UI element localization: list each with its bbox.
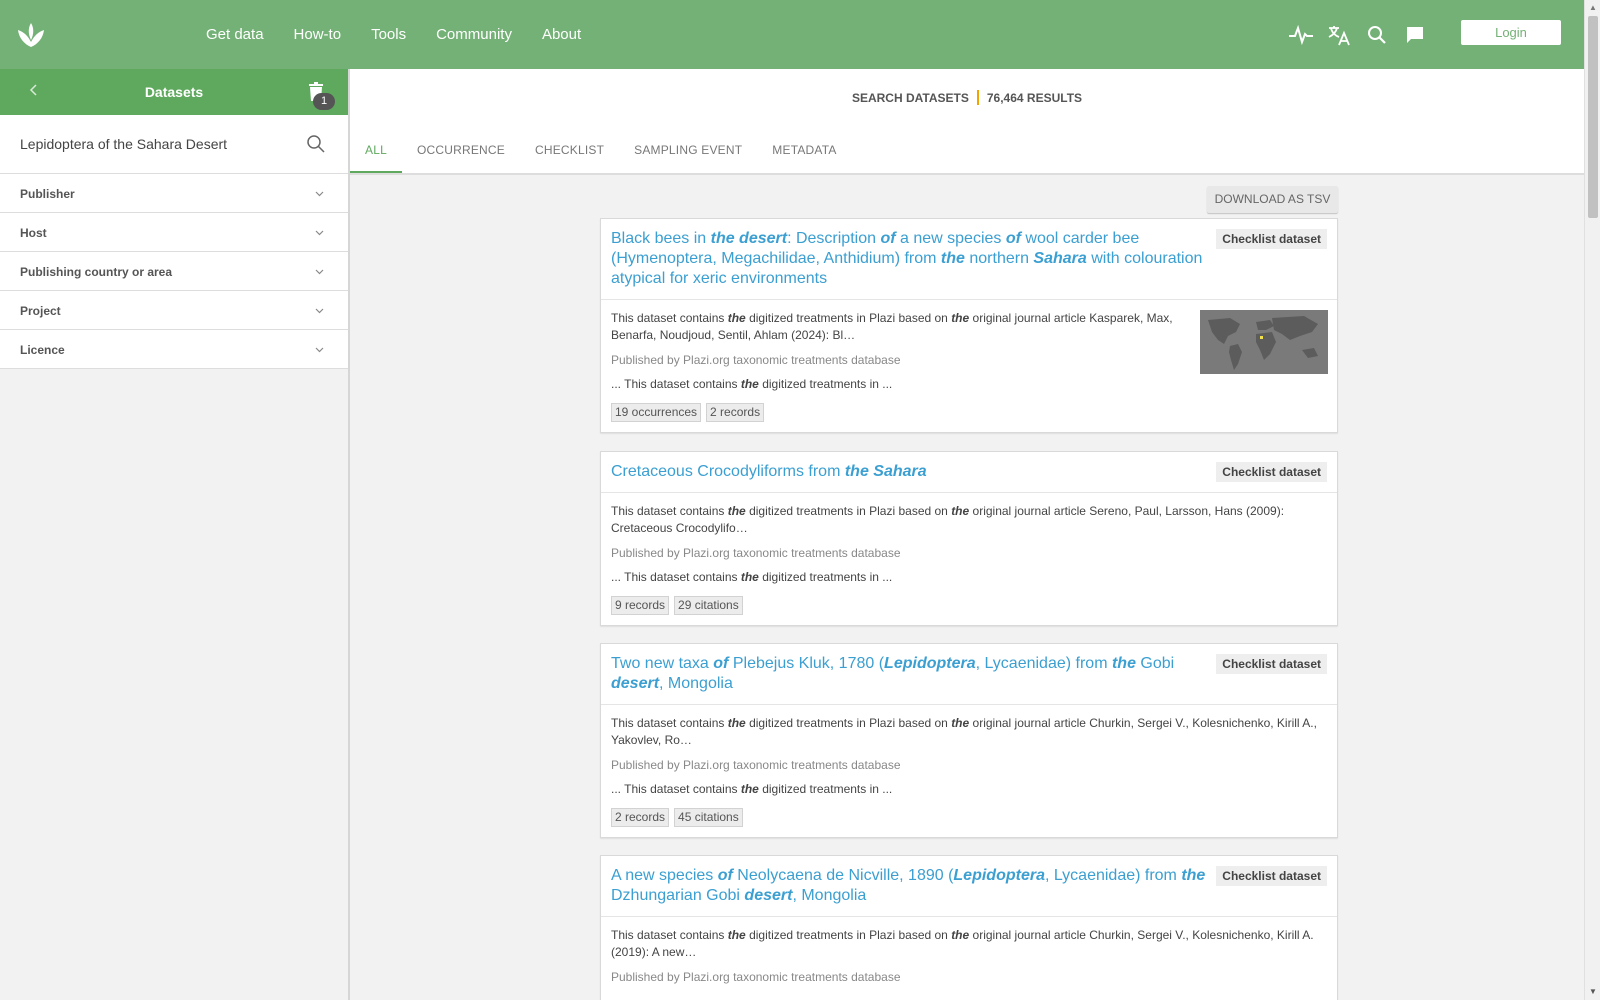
tab-occurrence[interactable]: OCCURRENCE <box>402 127 520 173</box>
results-summary: SEARCH DATASETS 76,464 RESULTS <box>350 90 1584 105</box>
count-chip: 9 records <box>611 596 670 615</box>
tab-metadata[interactable]: METADATA <box>757 127 851 173</box>
dataset-publisher: Published by Plazi.org taxonomic treatme… <box>611 758 901 772</box>
filter-label: Publishing country or area <box>20 265 173 279</box>
dataset-publisher: Published by Plazi.org taxonomic treatme… <box>611 546 901 560</box>
chevron-down-icon <box>315 347 324 353</box>
search-input[interactable]: Lepidoptera of the Sahara Desert <box>20 136 227 152</box>
search-snippet: ... This dataset contains the digitized … <box>611 570 893 584</box>
filter-label: Licence <box>20 343 65 357</box>
sidebar-title: Datasets <box>144 84 204 100</box>
filter-sidebar: Datasets 1 Lepidoptera of the Sahara Des… <box>0 69 350 1000</box>
card-body: This dataset contains the digitized trea… <box>601 705 1337 837</box>
dataset-publisher: Published by Plazi.org taxonomic treatme… <box>611 353 901 367</box>
search-icon[interactable] <box>1358 16 1396 54</box>
free-text-search-field[interactable]: Lepidoptera of the Sahara Desert <box>0 115 348 174</box>
dataset-title-link[interactable]: A new species of Neolycaena de Nicville,… <box>611 866 1217 906</box>
nav-get-data[interactable]: Get data <box>191 0 279 69</box>
card-header: A new species of Neolycaena de Nicville,… <box>601 856 1337 917</box>
scroll-up-arrow-icon[interactable]: ▲ <box>1585 0 1600 16</box>
collapse-sidebar-button[interactable] <box>24 81 44 103</box>
dataset-description: This dataset contains the digitized trea… <box>611 928 1314 959</box>
filter-publisher[interactable]: Publisher <box>0 174 348 213</box>
dataset-description: This dataset contains the digitized trea… <box>611 311 1173 342</box>
feedback-icon[interactable] <box>1396 16 1434 54</box>
login-button[interactable]: Login <box>1461 20 1561 45</box>
filter-label: Publisher <box>20 187 75 201</box>
filter-host[interactable]: Host <box>0 213 348 252</box>
dataset-type-badge: Checklist dataset <box>1216 462 1327 482</box>
translate-icon[interactable] <box>1320 16 1358 54</box>
dataset-card: A new species of Neolycaena de Nicville,… <box>600 855 1338 1000</box>
sidebar-header: Datasets 1 <box>0 69 348 115</box>
tab-checklist[interactable]: CHECKLIST <box>520 127 619 173</box>
results-count: 76,464 RESULTS <box>986 91 1083 105</box>
occurrence-world-map <box>1200 310 1328 374</box>
active-filter-count-badge: 1 <box>313 93 335 110</box>
count-chip: 29 citations <box>674 596 743 615</box>
dataset-card: Black bees in the desert: Description of… <box>600 218 1338 433</box>
top-navbar: Get data How-to Tools Community About Lo… <box>0 0 1584 69</box>
search-snippet: ... This dataset contains the digitized … <box>611 377 893 391</box>
dataset-description: This dataset contains the digitized trea… <box>611 504 1285 535</box>
tab-sampling-event[interactable]: SAMPLING EVENT <box>619 127 757 173</box>
card-header: Black bees in the desert: Description of… <box>601 219 1337 300</box>
main-nav: Get data How-to Tools Community About <box>191 0 596 69</box>
dataset-type-badge: Checklist dataset <box>1216 866 1327 886</box>
card-body: This dataset contains the digitized trea… <box>601 917 1337 994</box>
dataset-counts: 2 records 45 citations <box>611 808 1327 827</box>
page-scrollbar[interactable]: ▲ ▼ <box>1584 0 1600 1000</box>
gbif-logo-icon[interactable] <box>16 20 46 50</box>
nav-how-to[interactable]: How-to <box>279 0 357 69</box>
dataset-counts: 9 records 29 citations <box>611 596 1327 615</box>
dataset-type-tabs: ALL OCCURRENCE CHECKLIST SAMPLING EVENT … <box>350 127 852 173</box>
dataset-counts: 19 occurrences 2 records <box>611 403 1189 422</box>
search-snippet: ... This dataset contains the digitized … <box>611 782 893 796</box>
dataset-type-badge: Checklist dataset <box>1216 654 1327 674</box>
dataset-card: Cretaceous Crocodyliforms from the Sahar… <box>600 451 1338 626</box>
count-chip: 45 citations <box>674 808 743 827</box>
dataset-description: This dataset contains the digitized trea… <box>611 716 1317 747</box>
health-pulse-icon[interactable] <box>1282 16 1320 54</box>
results-panel: SEARCH DATASETS 76,464 RESULTS ALL OCCURR… <box>350 69 1584 1000</box>
summary-divider <box>976 90 979 105</box>
nav-about[interactable]: About <box>527 0 596 69</box>
dataset-title-link[interactable]: Cretaceous Crocodyliforms from the Sahar… <box>611 462 1217 482</box>
nav-community[interactable]: Community <box>421 0 527 69</box>
chevron-down-icon <box>315 269 324 275</box>
header-icons <box>1282 0 1434 69</box>
filter-publishing-country[interactable]: Publishing country or area <box>0 252 348 291</box>
count-chip: 2 records <box>611 808 670 827</box>
card-header: Cretaceous Crocodyliforms from the Sahar… <box>601 452 1337 493</box>
results-header: SEARCH DATASETS 76,464 RESULTS ALL OCCURR… <box>350 69 1584 175</box>
filter-project[interactable]: Project <box>0 291 348 330</box>
chevron-left-icon <box>29 84 37 96</box>
dataset-publisher: Published by Plazi.org taxonomic treatme… <box>611 970 901 984</box>
dataset-type-badge: Checklist dataset <box>1216 229 1327 249</box>
card-body: This dataset contains the digitized trea… <box>601 300 1337 432</box>
dataset-card: Two new taxa of Plebejus Kluk, 1780 (Lep… <box>600 643 1338 838</box>
chevron-down-icon <box>315 191 324 197</box>
dataset-title-link[interactable]: Black bees in the desert: Description of… <box>611 229 1217 289</box>
card-body: This dataset contains the digitized trea… <box>601 493 1337 625</box>
nav-tools[interactable]: Tools <box>356 0 421 69</box>
scroll-down-arrow-icon[interactable]: ▼ <box>1585 984 1600 1000</box>
count-chip: 19 occurrences <box>611 403 702 422</box>
scrollbar-thumb[interactable] <box>1588 16 1598 218</box>
dataset-title-link[interactable]: Two new taxa of Plebejus Kluk, 1780 (Lep… <box>611 654 1217 694</box>
filter-label: Host <box>20 226 47 240</box>
tab-all[interactable]: ALL <box>350 127 402 173</box>
chevron-down-icon <box>315 308 324 314</box>
download-tsv-button[interactable]: DOWNLOAD AS TSV <box>1207 186 1338 213</box>
filter-licence[interactable]: Licence <box>0 330 348 369</box>
count-chip: 2 records <box>706 403 765 422</box>
card-header: Two new taxa of Plebejus Kluk, 1780 (Lep… <box>601 644 1337 705</box>
chevron-down-icon <box>315 230 324 236</box>
search-type-label: SEARCH DATASETS <box>851 91 969 105</box>
filter-label: Project <box>20 304 61 318</box>
search-icon[interactable] <box>306 134 326 154</box>
